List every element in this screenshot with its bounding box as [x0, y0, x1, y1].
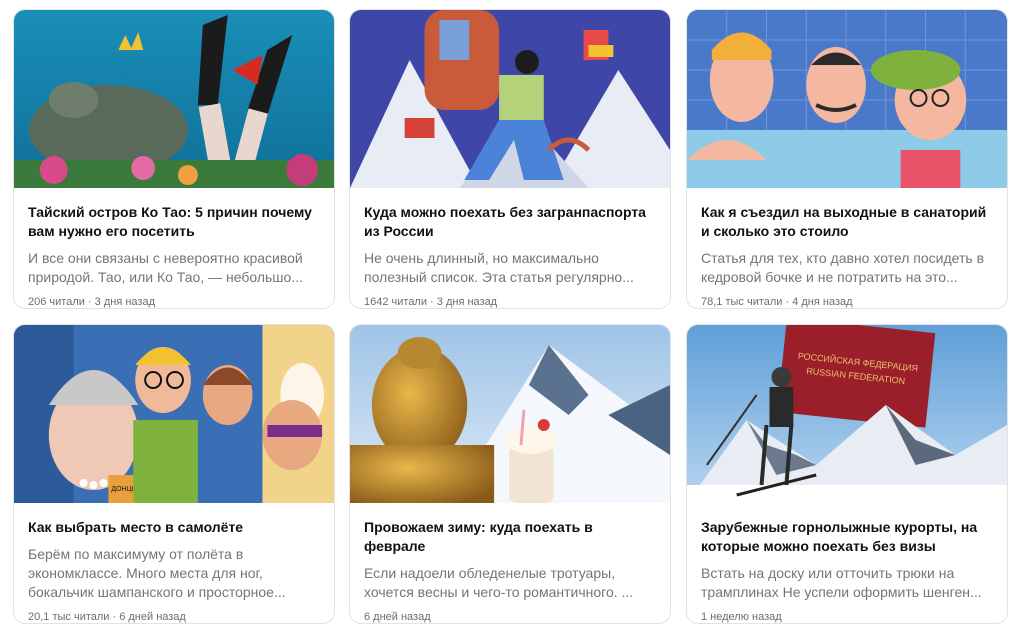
article-card[interactable]: ДОНЦОВА Как выбрать место в самолёте Бер…: [13, 324, 335, 624]
card-meta: 6 дней назад: [364, 611, 431, 623]
card-description: Берём по максимуму от полёта в экономкла…: [28, 546, 286, 600]
card-description: Статья для тех, кто давно хотел посидеть…: [701, 250, 985, 285]
card-description: Если надоели обледенелые тротуары, хочет…: [364, 565, 634, 600]
pool-swimmers-image[interactable]: [687, 10, 1007, 188]
card-description: Встать на доску или отточить трюки на тр…: [701, 565, 982, 600]
skier-passport-image[interactable]: РОССИЙСКАЯ ФЕДЕРАЦИЯ RUSSIAN FEDERATION: [687, 325, 1007, 503]
article-card[interactable]: РОССИЙСКАЯ ФЕДЕРАЦИЯ RUSSIAN FEDERATION …: [686, 324, 1008, 624]
card-title[interactable]: Тайский остров Ко Тао: 5 причин почему в…: [28, 203, 320, 241]
card-meta: 78,1 тыс читали · 4 дня назад: [701, 296, 853, 308]
article-card[interactable]: Куда можно поехать без загранпаспорта из…: [349, 9, 671, 309]
article-card[interactable]: Тайский остров Ко Тао: 5 причин почему в…: [13, 9, 335, 309]
card-meta: 20,1 тыс читали · 6 дней назад: [28, 611, 186, 623]
card-title[interactable]: Как я съездил на выходные в санаторий и …: [701, 203, 993, 241]
card-title[interactable]: Провожаем зиму: куда поехать в феврале: [364, 518, 656, 556]
turtle-diver-image[interactable]: [14, 10, 334, 188]
card-title[interactable]: Зарубежные горнолыжные курорты, на котор…: [701, 518, 993, 556]
card-title[interactable]: Как выбрать место в самолёте: [28, 518, 320, 537]
airplane-passengers-image[interactable]: ДОНЦОВА: [14, 325, 334, 503]
card-title[interactable]: Куда можно поехать без загранпаспорта из…: [364, 203, 656, 241]
card-meta: 1642 читали · 3 дня назад: [364, 296, 498, 308]
card-meta: 1 неделю назад: [701, 611, 782, 623]
card-meta: 206 читали · 3 дня назад: [28, 296, 155, 308]
buddha-mountains-image[interactable]: [350, 325, 670, 503]
card-description: И все они связаны с невероятно красивой …: [28, 250, 303, 285]
article-card[interactable]: Как я съездил на выходные в санаторий и …: [686, 9, 1008, 309]
card-description: Не очень длинный, но максимально полезны…: [364, 250, 634, 285]
article-card[interactable]: Провожаем зиму: куда поехать в феврале Е…: [349, 324, 671, 624]
backpacker-mountains-image[interactable]: [350, 10, 670, 188]
